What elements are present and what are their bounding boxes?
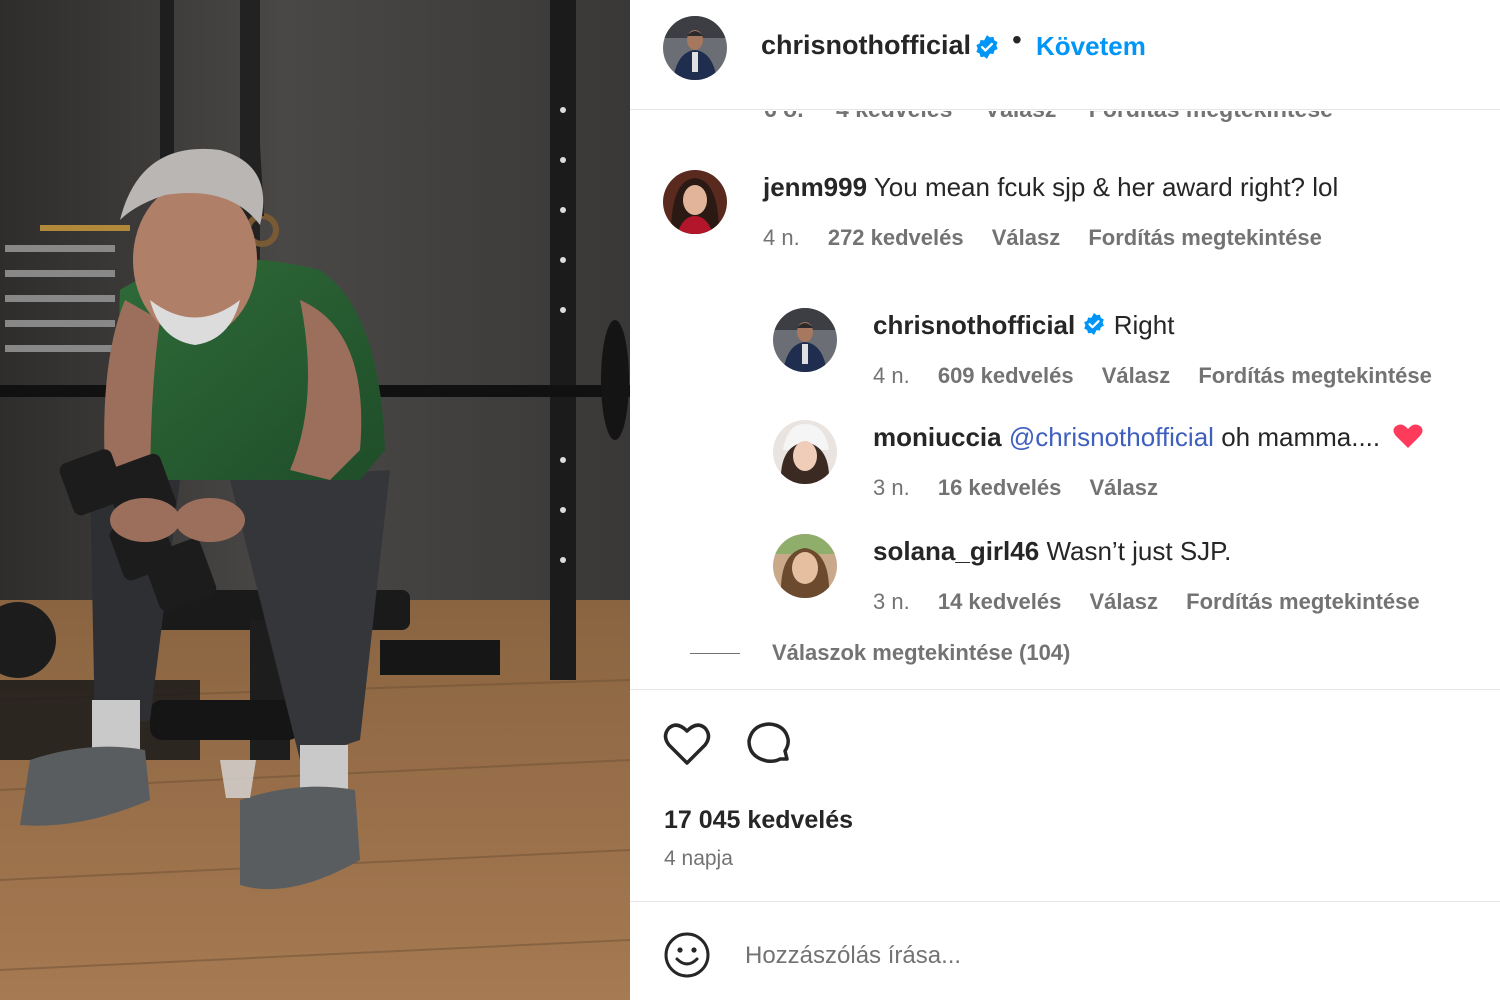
comment-line: jenm999 You mean fcuk sjp & her award ri… [763, 172, 1338, 203]
comment-text: You mean fcuk sjp & her award right? lol [873, 172, 1339, 202]
comment-meta: 3 n. 16 kedvelés Válasz [873, 475, 1180, 501]
comment-text: oh mamma.... [1221, 422, 1381, 452]
post-age: 4 napja [664, 847, 733, 870]
comment-likes[interactable]: 4 kedvelés [836, 111, 952, 122]
comment-input[interactable] [745, 936, 1445, 976]
post-header: chrisnothofficial • Követem [630, 0, 1500, 110]
comment-time: 4 n. [763, 225, 800, 250]
comment-likes[interactable]: 609 kedvelés [938, 363, 1074, 388]
comment-time: 3 n. [873, 475, 910, 500]
author-avatar[interactable] [663, 16, 727, 85]
view-replies-button[interactable]: Válaszok megtekintése (104) [689, 640, 1070, 666]
reply-button[interactable]: Válasz [1090, 475, 1159, 500]
commenter-avatar[interactable] [773, 308, 837, 372]
heart-icon[interactable] [663, 721, 711, 772]
comment-meta: 4 n. 272 kedvelés Válasz Fordítás megtek… [763, 225, 1344, 251]
instagram-post-view: chrisnothofficial • Követem 6 ó. 4 kedve… [0, 0, 1500, 1000]
post-photo[interactable] [0, 0, 630, 1000]
comment-text: Wasn’t just SJP. [1046, 536, 1232, 566]
previous-comment-meta: 6 ó. 4 kedvelés Válasz Fordítás megtekin… [764, 111, 1359, 123]
comments-list[interactable]: 6 ó. 4 kedvelés Válasz Fordítás megtekin… [630, 111, 1500, 689]
reply-button[interactable]: Válasz [1102, 363, 1171, 388]
verified-badge-icon [974, 34, 1000, 65]
like-count[interactable]: 17 045 kedvelés [664, 806, 853, 835]
translate-button[interactable]: Fordítás megtekintése [1088, 225, 1322, 250]
comment-username[interactable]: solana_girl46 [873, 536, 1039, 566]
comment-meta: 3 n. 14 kedvelés Válasz Fordítás megteki… [873, 589, 1442, 615]
comment-line: chrisnothofficial Right [873, 310, 1174, 343]
mention-link[interactable]: @chrisnothofficial [1009, 422, 1214, 452]
comment-time: 6 ó. [764, 111, 804, 122]
author-username[interactable]: chrisnothofficial [761, 30, 971, 61]
comment-likes[interactable]: 14 kedvelés [938, 589, 1062, 614]
reply-button[interactable]: Válasz [992, 225, 1061, 250]
add-comment-bar [630, 901, 1500, 1000]
post-side-panel: chrisnothofficial • Követem 6 ó. 4 kedve… [630, 0, 1500, 1000]
comment-likes[interactable]: 272 kedvelés [828, 225, 964, 250]
red-heart-emoji-icon [1393, 423, 1423, 456]
comment-username[interactable]: jenm999 [763, 172, 867, 202]
comment-line: solana_girl46 Wasn’t just SJP. [873, 536, 1231, 567]
comment-icon[interactable] [745, 721, 793, 772]
commenter-avatar[interactable] [663, 170, 727, 234]
comment-username[interactable]: chrisnothofficial [873, 310, 1075, 340]
comment-username[interactable]: moniuccia [873, 422, 1002, 452]
comment-likes[interactable]: 16 kedvelés [938, 475, 1062, 500]
verified-badge-icon [1082, 312, 1106, 343]
translate-button[interactable]: Fordítás megtekintése [1089, 111, 1333, 122]
comment-time: 4 n. [873, 363, 910, 388]
reply-button[interactable]: Válasz [1090, 589, 1159, 614]
follow-status-button[interactable]: Követem [1036, 31, 1146, 62]
translate-button[interactable]: Fordítás megtekintése [1198, 363, 1432, 388]
comment-line: moniuccia @chrisnothofficial oh mamma...… [873, 422, 1423, 456]
emoji-icon[interactable] [663, 931, 711, 984]
reply-button[interactable]: Válasz [985, 111, 1057, 122]
header-separator: • [1012, 24, 1022, 55]
comment-time: 3 n. [873, 589, 910, 614]
commenter-avatar[interactable] [773, 534, 837, 598]
post-actions: 17 045 kedvelés 4 napja [630, 689, 1500, 901]
translate-button[interactable]: Fordítás megtekintése [1186, 589, 1420, 614]
commenter-avatar[interactable] [773, 420, 837, 484]
comment-meta: 4 n. 609 kedvelés Válasz Fordítás megtek… [873, 363, 1454, 389]
comment-text: Right [1113, 310, 1175, 340]
